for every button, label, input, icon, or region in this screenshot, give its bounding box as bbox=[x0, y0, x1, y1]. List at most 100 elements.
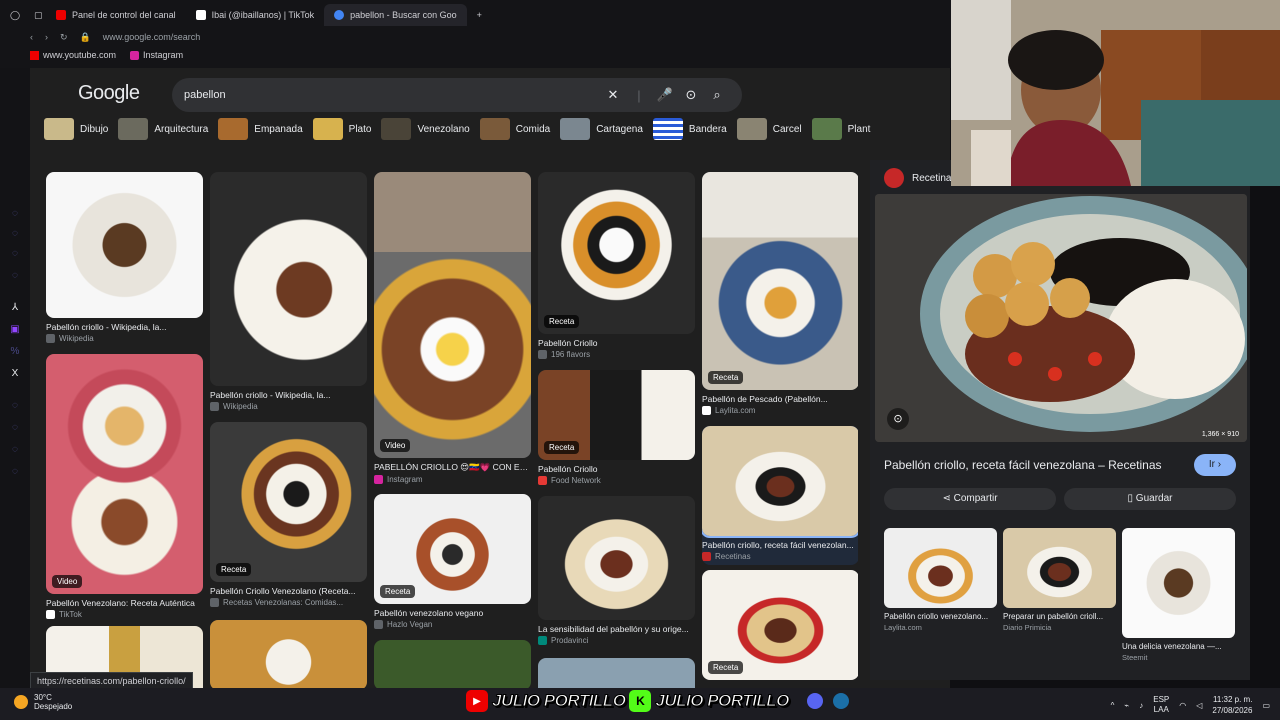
chip-comida[interactable]: Comida bbox=[479, 118, 550, 140]
twitch-icon[interactable]: ▣ bbox=[9, 324, 21, 336]
image-preview-panel: Recetinas ⊙ 1,366 × 910 Pabellón criollo… bbox=[870, 160, 1250, 680]
lens-icon[interactable]: ⊙ bbox=[678, 87, 704, 103]
url-text[interactable]: www.google.com/search bbox=[103, 32, 201, 42]
result-thumbnail[interactable]: Receta bbox=[702, 570, 858, 680]
clear-icon[interactable]: ✕ bbox=[600, 87, 626, 103]
share-button[interactable]: ⋖ Compartir bbox=[884, 488, 1056, 510]
image-result[interactable]: Receta Pabellón Criollo Food Network bbox=[538, 370, 695, 485]
google-logo[interactable]: Google bbox=[78, 82, 140, 105]
weather-widget[interactable]: 30°C Despejado bbox=[14, 693, 72, 711]
image-result[interactable] bbox=[374, 640, 531, 688]
related-thumbnail[interactable] bbox=[1003, 528, 1116, 608]
related-image[interactable]: Una delicia venezolana —... Steemit bbox=[1122, 528, 1235, 662]
microphone-icon[interactable]: ♪ bbox=[1139, 701, 1143, 710]
kick-icon[interactable]: ⅄ bbox=[9, 302, 21, 314]
lens-icon[interactable]: ⊙ bbox=[887, 408, 909, 430]
steam-icon[interactable] bbox=[832, 693, 849, 709]
chevron-up-icon[interactable]: ^ bbox=[1111, 701, 1115, 710]
image-result[interactable]: Pabellón criollo - Wikipedia, la... Wiki… bbox=[210, 172, 367, 411]
result-thumbnail[interactable] bbox=[210, 620, 367, 688]
search-box[interactable]: pabellon ✕ | 🎤 ⊙ ⌕ bbox=[172, 78, 742, 112]
save-button[interactable]: ▯ Guardar bbox=[1064, 488, 1236, 510]
wifi-icon[interactable]: ◠ bbox=[1179, 701, 1186, 710]
result-thumbnail[interactable]: Receta bbox=[374, 494, 531, 604]
x-icon[interactable]: X bbox=[9, 368, 21, 380]
tab-youtube-studio[interactable]: Panel de control del canal bbox=[46, 4, 186, 26]
rail-icon[interactable]: ◌ bbox=[9, 422, 21, 434]
result-thumbnail[interactable] bbox=[538, 496, 695, 620]
chip-cartagena[interactable]: Cartagena bbox=[560, 118, 643, 140]
result-thumbnail[interactable]: Receta bbox=[538, 370, 695, 460]
forward-icon[interactable]: › bbox=[45, 32, 48, 42]
rail-icon[interactable]: ◌ bbox=[9, 466, 21, 478]
image-result[interactable]: Receta Pabellón de Pescado (Pabellón... … bbox=[702, 172, 858, 415]
rail-icon[interactable]: ◌ bbox=[9, 270, 21, 282]
image-result[interactable]: Receta Pabellón Criollo 196 flavors bbox=[538, 172, 695, 359]
search-icon[interactable]: ⌕ bbox=[704, 87, 730, 103]
volume-icon[interactable]: ◁ bbox=[1196, 701, 1202, 710]
discord-icon[interactable] bbox=[806, 693, 823, 709]
chip-venezolano[interactable]: Venezolano bbox=[381, 118, 470, 140]
chip-plant[interactable]: Plant bbox=[811, 118, 870, 140]
bookmark-instagram[interactable]: Instagram bbox=[130, 50, 183, 60]
chip-dibujo[interactable]: Dibujo bbox=[44, 118, 108, 140]
image-result[interactable]: La sensibilidad del pabellón y su orige.… bbox=[538, 496, 695, 645]
related-image[interactable]: Preparar un pabellón crioll... Diario Pr… bbox=[1003, 528, 1116, 632]
image-result[interactable]: Receta Pabellón venezolano vegano Hazlo … bbox=[374, 494, 531, 629]
browser-logo-icon[interactable]: ◯ bbox=[0, 4, 24, 26]
image-result[interactable]: Video PABELLÓN CRIOLLO 😍🇻🇪💗 CON EL... In… bbox=[374, 172, 531, 484]
chip-arquitectura[interactable]: Arquitectura bbox=[118, 118, 208, 140]
image-result[interactable]: Receta Pabellón Criollo Venezolano (Rece… bbox=[210, 422, 367, 607]
result-thumbnail[interactable]: Receta bbox=[702, 172, 858, 390]
result-thumbnail[interactable]: Receta bbox=[210, 422, 367, 582]
preview-image[interactable]: ⊙ 1,366 × 910 bbox=[875, 194, 1247, 442]
address-bar[interactable]: ‹ › ↻ 🔒 www.google.com/search bbox=[30, 28, 200, 46]
image-result-selected[interactable]: Pabellón criollo, receta fácil venezolan… bbox=[702, 426, 858, 565]
result-thumbnail[interactable] bbox=[702, 426, 858, 538]
microphone-icon[interactable]: 🎤 bbox=[652, 87, 678, 103]
related-image[interactable]: Pabellón criollo venezolano... Laylita.c… bbox=[884, 528, 997, 632]
tab-tiktok[interactable]: Ibai (@ibaillanos) | TikTok bbox=[186, 4, 325, 26]
chip-bandera[interactable]: Bandera bbox=[652, 118, 727, 140]
image-result[interactable]: Receta bbox=[702, 570, 858, 680]
rail-icon[interactable]: ◌ bbox=[9, 400, 21, 412]
reload-icon[interactable]: ↻ bbox=[60, 32, 68, 43]
chip-plato[interactable]: Plato bbox=[312, 118, 371, 140]
result-thumbnail[interactable] bbox=[374, 640, 531, 688]
youtube-icon bbox=[30, 50, 39, 60]
visit-button[interactable]: Ir › bbox=[1194, 454, 1236, 476]
result-thumbnail[interactable] bbox=[538, 658, 695, 688]
rail-icon[interactable]: ◌ bbox=[9, 208, 21, 220]
taskbar: 30°C Despejado ▶ JULIO PORTILLO K JULIO … bbox=[0, 688, 1280, 720]
image-result[interactable] bbox=[210, 620, 367, 688]
rail-icon[interactable]: ◌ bbox=[9, 228, 21, 240]
rail-icon[interactable]: ◌ bbox=[9, 444, 21, 456]
related-thumbnail[interactable] bbox=[884, 528, 997, 608]
result-thumbnail[interactable]: Video bbox=[374, 172, 531, 458]
preview-source[interactable]: Recetinas bbox=[884, 168, 956, 188]
back-icon[interactable]: ‹ bbox=[30, 32, 33, 42]
result-thumbnail[interactable] bbox=[210, 172, 367, 386]
bookmark-youtube[interactable]: www.youtube.com bbox=[30, 50, 116, 60]
image-result[interactable]: Pabellón criollo - Wikipedia, la... Wiki… bbox=[46, 172, 203, 343]
clock[interactable]: 11:32 p. m. 27/08/2026 bbox=[1212, 694, 1252, 716]
related-thumbnail[interactable] bbox=[1122, 528, 1235, 638]
notification-icon[interactable]: ▭ bbox=[1262, 701, 1270, 710]
chip-empanada[interactable]: Empanada bbox=[218, 118, 303, 140]
search-input[interactable]: pabellon bbox=[184, 89, 600, 101]
rail-icon[interactable]: % bbox=[9, 346, 21, 358]
result-thumbnail[interactable] bbox=[46, 172, 203, 318]
image-result[interactable]: Video Pabellón Venezolano: Receta Autént… bbox=[46, 354, 203, 619]
chip-carcel[interactable]: Carcel bbox=[736, 118, 802, 140]
chip-thumbnail bbox=[560, 118, 591, 140]
image-result[interactable] bbox=[538, 658, 695, 688]
network-icon[interactable]: ⌁ bbox=[1124, 701, 1129, 710]
result-thumbnail[interactable]: Receta bbox=[538, 172, 695, 334]
preview-title[interactable]: Pabellón criollo, receta fácil venezolan… bbox=[884, 458, 1162, 472]
new-tab-button[interactable]: + bbox=[467, 4, 492, 26]
page-icon[interactable]: ▢ bbox=[24, 4, 46, 26]
tab-google-search[interactable]: pabellon - Buscar con Goo bbox=[324, 4, 467, 26]
result-thumbnail[interactable]: Video bbox=[46, 354, 203, 594]
rail-icon[interactable]: ◌ bbox=[9, 248, 21, 260]
language-indicator[interactable]: ESP LAA bbox=[1153, 695, 1169, 715]
